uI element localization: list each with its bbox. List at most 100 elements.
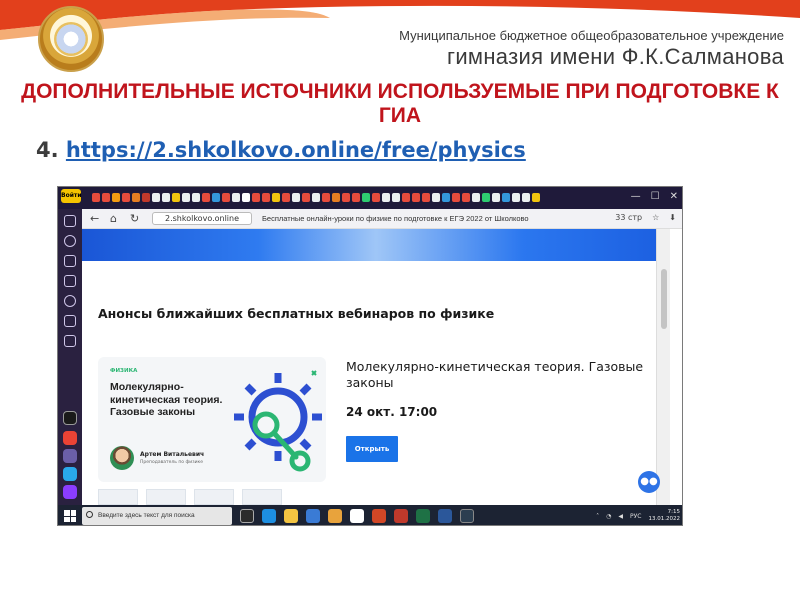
tab-icon[interactable]: [362, 193, 370, 202]
mail-icon[interactable]: [63, 431, 77, 445]
chat-bubble-icon[interactable]: ●●: [638, 471, 660, 493]
tab-icon[interactable]: [312, 193, 320, 202]
tab-icon[interactable]: [432, 193, 440, 202]
app-icon[interactable]: [460, 509, 474, 523]
windows-start-icon[interactable]: [64, 510, 76, 522]
tab-icon[interactable]: [352, 193, 360, 202]
downloads-toolbar-icon[interactable]: ⬇: [669, 213, 676, 222]
network-icon[interactable]: ◔: [606, 513, 611, 520]
sidebar-login-badge[interactable]: Войти: [61, 189, 82, 203]
tab-icon[interactable]: [112, 193, 120, 202]
app-icon[interactable]: [328, 509, 342, 523]
tab-icon[interactable]: [142, 193, 150, 202]
tab-icon[interactable]: [152, 193, 160, 202]
tab-icon[interactable]: [472, 193, 480, 202]
card-thumbnail[interactable]: [242, 489, 282, 505]
tab-icon[interactable]: [512, 193, 520, 202]
tab-icon[interactable]: [492, 193, 500, 202]
excel-icon[interactable]: [416, 509, 430, 523]
tab-icon[interactable]: [192, 193, 200, 202]
back-button[interactable]: ←: [90, 212, 99, 225]
tab-icon[interactable]: [322, 193, 330, 202]
tab-icon[interactable]: [232, 193, 240, 202]
tab-icon[interactable]: [342, 193, 350, 202]
downloads-icon[interactable]: [64, 335, 76, 347]
scrollbar-thumb[interactable]: [661, 269, 667, 329]
tab-icon[interactable]: [332, 193, 340, 202]
scrollbar[interactable]: [656, 229, 670, 505]
tab-icon[interactable]: [92, 193, 100, 202]
tab-icon[interactable]: [172, 193, 180, 202]
tab-icon[interactable]: [462, 193, 470, 202]
video-icon[interactable]: [64, 315, 76, 327]
tab-icon[interactable]: [422, 193, 430, 202]
tab-icon[interactable]: [392, 193, 400, 202]
page-count-label[interactable]: 33 стр: [615, 213, 642, 222]
card-thumbnail[interactable]: [146, 489, 186, 505]
open-button[interactable]: Открыть: [346, 436, 398, 462]
tab-icon[interactable]: [252, 193, 260, 202]
reload-button[interactable]: ↻: [130, 212, 139, 225]
tab-icon[interactable]: [212, 193, 220, 202]
volume-icon[interactable]: ◀: [618, 513, 623, 520]
app-icon[interactable]: [63, 411, 77, 425]
tab-icon[interactable]: [442, 193, 450, 202]
minimize-button[interactable]: —: [631, 191, 641, 202]
home-button[interactable]: ⌂: [110, 212, 117, 225]
store-icon[interactable]: [306, 509, 320, 523]
tab-page-title: Бесплатные онлайн-уроки по физике по под…: [262, 214, 529, 223]
tab-icon[interactable]: [482, 193, 490, 202]
tab-icon[interactable]: [132, 193, 140, 202]
tab-icon[interactable]: [222, 193, 230, 202]
maximize-button[interactable]: ☐: [651, 191, 660, 202]
language-indicator[interactable]: РУС: [630, 513, 641, 520]
tab-icon[interactable]: [452, 193, 460, 202]
tab-icon[interactable]: [382, 193, 390, 202]
tab-icon[interactable]: [402, 193, 410, 202]
tab-icon[interactable]: [122, 193, 130, 202]
bell-icon[interactable]: [64, 215, 76, 227]
file-explorer-icon[interactable]: [284, 509, 298, 523]
pdf-icon[interactable]: [394, 509, 408, 523]
zen-icon[interactable]: [64, 295, 76, 307]
alice-icon[interactable]: [63, 485, 77, 499]
card-thumbnail[interactable]: [98, 489, 138, 505]
clock[interactable]: 7:15 13.01.2022: [649, 509, 681, 523]
add-icon[interactable]: [63, 449, 77, 463]
card-thumbnail[interactable]: [194, 489, 234, 505]
tab-icon[interactable]: [282, 193, 290, 202]
tray-chevron-icon[interactable]: ˄: [596, 513, 599, 520]
tab-icon[interactable]: [202, 193, 210, 202]
powerpoint-icon[interactable]: [372, 509, 386, 523]
yandex-browser-icon[interactable]: [350, 509, 364, 523]
tab-icon[interactable]: [372, 193, 380, 202]
tab-icon[interactable]: [502, 193, 510, 202]
close-button[interactable]: ✕: [670, 191, 678, 202]
tab-icon[interactable]: [532, 193, 540, 202]
task-view-icon[interactable]: [240, 509, 254, 523]
tab-icon[interactable]: [292, 193, 300, 202]
bookmark-icon[interactable]: ☆: [652, 213, 659, 222]
tab-icon[interactable]: [302, 193, 310, 202]
tab-icon[interactable]: [272, 193, 280, 202]
bookmarks-icon[interactable]: [64, 255, 76, 267]
browser-sidebar: Войти: [58, 189, 82, 505]
word-icon[interactable]: [438, 509, 452, 523]
tab-icon[interactable]: [262, 193, 270, 202]
tab-icon[interactable]: [522, 193, 530, 202]
tab-icon[interactable]: [102, 193, 110, 202]
tab-icon-active[interactable]: [242, 193, 250, 202]
edge-icon[interactable]: [262, 509, 276, 523]
tab-icon[interactable]: [182, 193, 190, 202]
tab-icon[interactable]: [162, 193, 170, 202]
source-link[interactable]: https://2.shkolkovo.online/free/physics: [66, 138, 526, 162]
tab-icon[interactable]: [412, 193, 420, 202]
taskbar-apps: [240, 509, 474, 523]
telegram-icon[interactable]: [63, 467, 77, 481]
browser-tab-bar: — ☐ ✕: [58, 187, 682, 209]
history-icon[interactable]: [64, 235, 76, 247]
taskbar-search-input[interactable]: Введите здесь текст для поиска: [82, 507, 232, 525]
webinar-card-image[interactable]: ФИЗИКА Молекулярно-кинетическая теория. …: [98, 357, 326, 482]
collections-icon[interactable]: [64, 275, 76, 287]
address-input[interactable]: 2.shkolkovo.online: [152, 212, 252, 225]
